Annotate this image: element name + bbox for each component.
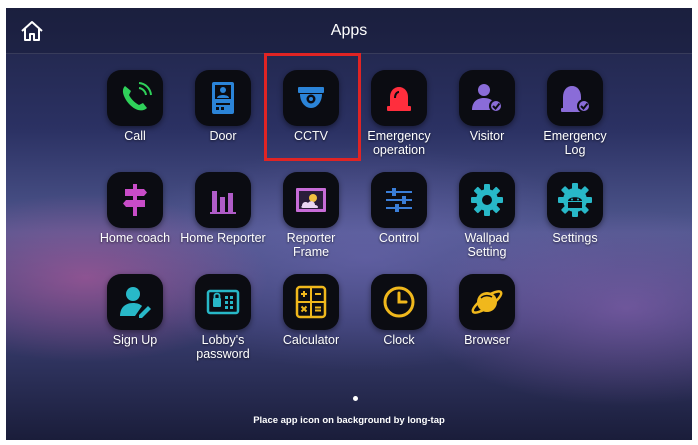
visitor-icon [459, 70, 515, 126]
app-reporter-frame[interactable]: Reporter Frame [268, 172, 354, 259]
app-lobbys-password[interactable]: Lobby's password [180, 274, 266, 361]
app-home-reporter[interactable]: Home Reporter [180, 172, 266, 245]
signpost-icon [107, 172, 163, 228]
app-label: Control [378, 231, 420, 245]
calculator-icon [283, 274, 339, 330]
planet-browser-icon [459, 274, 515, 330]
header-bar: Apps [6, 8, 692, 54]
gear-icon [459, 172, 515, 228]
app-sign-up[interactable]: Sign Up [92, 274, 178, 347]
app-label: Wallpad Setting [464, 231, 510, 259]
app-clock[interactable]: Clock [356, 274, 442, 347]
android-gear-icon [547, 172, 603, 228]
app-calculator[interactable]: Calculator [268, 274, 354, 347]
app-label: Home Reporter [180, 231, 266, 245]
app-label: Settings [552, 231, 598, 245]
page-title: Apps [330, 22, 368, 39]
app-label: Sign Up [112, 333, 158, 347]
door-phone-icon [195, 70, 251, 126]
app-label: Emergency Log [543, 129, 607, 157]
app-label: Home coach [99, 231, 171, 245]
app-label: CCTV [293, 129, 329, 143]
sliders-icon [371, 172, 427, 228]
app-label: Calculator [282, 333, 340, 347]
app-control[interactable]: Control [356, 172, 442, 245]
hint-text: Place app icon on background by long-tap [253, 415, 445, 426]
app-label: Emergency operation [367, 129, 431, 157]
app-home-coach[interactable]: Home coach [92, 172, 178, 245]
app-label: Browser [464, 333, 510, 347]
app-wallpad-setting[interactable]: Wallpad Setting [444, 172, 530, 259]
keypad-lock-icon [195, 274, 251, 330]
app-visitor[interactable]: Visitor [444, 70, 530, 143]
clock-icon [371, 274, 427, 330]
apps-screen: Apps Call Door CCTV Emergency operation … [6, 8, 692, 440]
weather-frame-icon [283, 172, 339, 228]
cctv-camera-icon [283, 70, 339, 126]
phone-icon [107, 70, 163, 126]
app-label: Lobby's password [196, 333, 250, 361]
bar-chart-icon [195, 172, 251, 228]
app-door[interactable]: Door [180, 70, 266, 143]
app-emergency-operation[interactable]: Emergency operation [356, 70, 442, 157]
app-emergency-log[interactable]: Emergency Log [532, 70, 618, 157]
emergency-log-icon [547, 70, 603, 126]
page-indicator-dot[interactable] [353, 396, 358, 401]
siren-icon [371, 70, 427, 126]
app-label: Door [209, 129, 237, 143]
app-label: Visitor [469, 129, 505, 143]
app-label: Reporter Frame [286, 231, 336, 259]
user-edit-icon [107, 274, 163, 330]
app-call[interactable]: Call [92, 70, 178, 143]
app-label: Call [124, 129, 146, 143]
app-browser[interactable]: Browser [444, 274, 530, 347]
app-settings[interactable]: Settings [532, 172, 618, 245]
app-label: Clock [383, 333, 415, 347]
app-cctv[interactable]: CCTV [268, 70, 354, 143]
